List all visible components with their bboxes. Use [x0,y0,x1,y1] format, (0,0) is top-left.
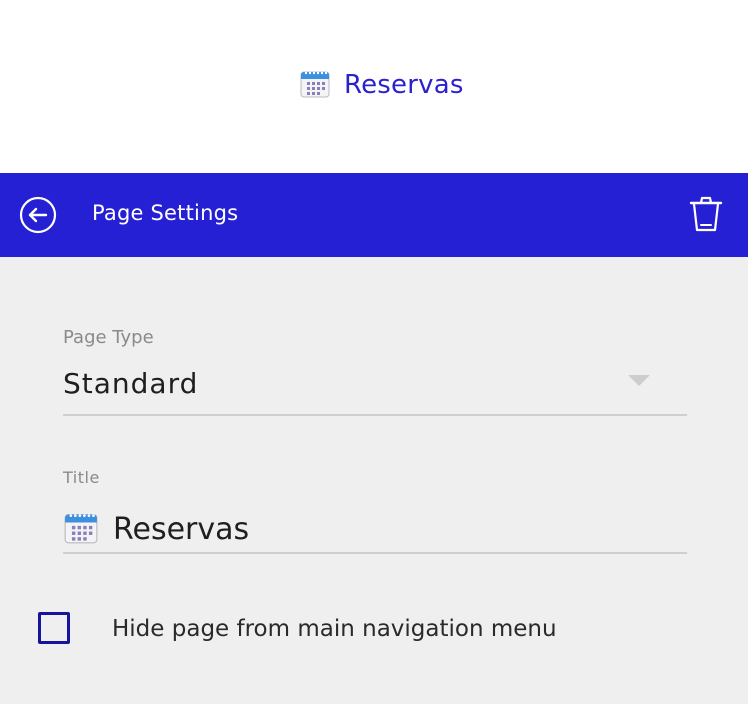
title-input[interactable]: Reservas [63,506,687,554]
header-title: Page Settings [92,201,239,225]
title-label: Title [63,468,100,487]
calendar-icon [300,68,330,102]
back-button[interactable] [19,196,57,234]
chevron-down-icon [628,375,650,386]
arrow-left-circle-icon [19,196,57,234]
page-type-label: Page Type [63,327,154,348]
hide-from-nav-label[interactable]: Hide page from main navigation menu [112,616,557,642]
trash-icon [689,196,723,232]
page-heading-label: Reservas [344,70,464,100]
settings-header: Page Settings [0,173,748,257]
calendar-icon [63,510,99,548]
page-type-value: Standard [63,367,199,400]
delete-page-button[interactable] [688,195,724,233]
title-input-value: Reservas [113,511,250,547]
hide-from-nav-checkbox[interactable] [38,612,70,644]
page-heading[interactable]: Reservas [300,68,464,102]
page-type-select[interactable]: Standard [63,362,687,416]
page-preview-area: Reservas [0,0,748,173]
